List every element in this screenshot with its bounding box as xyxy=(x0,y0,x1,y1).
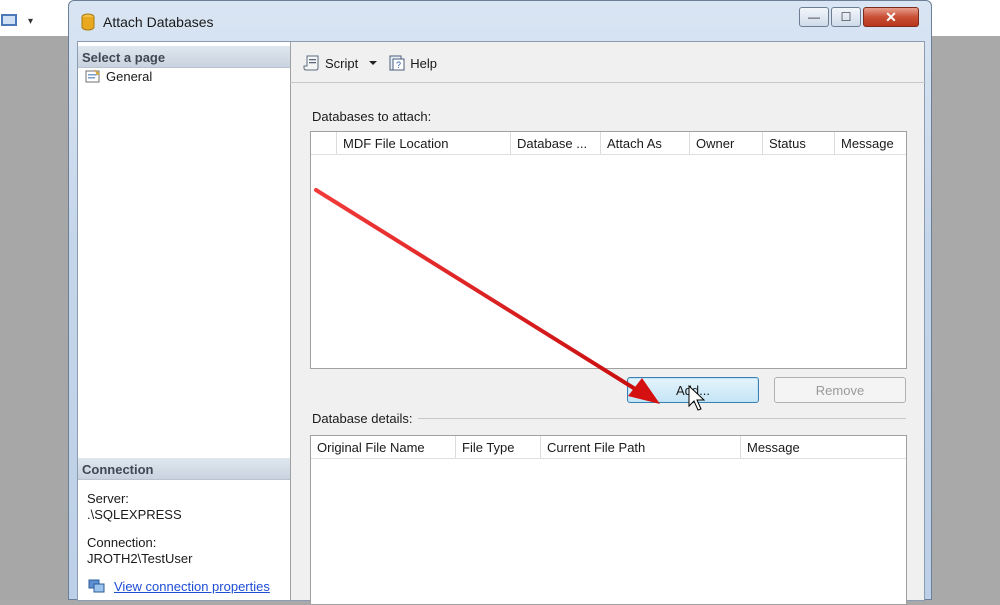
column-file-type[interactable]: File Type xyxy=(456,436,541,458)
view-connection-properties[interactable]: View connection properties xyxy=(88,578,270,594)
dialog-client-area: Select a page General Connection Server:… xyxy=(77,41,926,605)
databases-to-attach-label: Databases to attach: xyxy=(312,109,436,124)
connection-value: JROTH2\TestUser xyxy=(87,551,193,566)
script-button[interactable]: Script xyxy=(300,52,361,74)
remove-button[interactable]: Remove xyxy=(774,377,906,403)
help-button[interactable]: ? Help xyxy=(385,52,440,74)
databases-grid-header: MDF File Location Database ... Attach As… xyxy=(311,132,906,155)
row-selector-column xyxy=(311,132,337,154)
toolbar: Script ? Help xyxy=(300,50,440,76)
help-label: Help xyxy=(410,55,437,71)
background-tool-icon xyxy=(1,14,17,26)
attach-databases-dialog: Attach Databases — ☐ ✕ Select a page Gen… xyxy=(68,0,932,605)
svg-text:?: ? xyxy=(396,60,401,70)
view-connection-properties-link[interactable]: View connection properties xyxy=(114,579,270,594)
database-cylinder-icon xyxy=(81,13,95,31)
details-group-line xyxy=(418,418,906,419)
column-message[interactable]: Message xyxy=(835,132,906,154)
database-details-label: Database details: xyxy=(312,411,417,426)
column-status[interactable]: Status xyxy=(763,132,835,154)
connection-header: Connection xyxy=(78,458,290,480)
databases-to-attach-grid[interactable]: MDF File Location Database ... Attach As… xyxy=(310,131,907,369)
dropdown-triangle-icon xyxy=(369,61,378,65)
script-label: Script xyxy=(325,55,359,71)
script-dropdown[interactable] xyxy=(365,57,381,69)
column-mdf-file-location[interactable]: MDF File Location xyxy=(337,132,511,154)
column-details-message[interactable]: Message xyxy=(741,436,906,458)
column-database-name[interactable]: Database ... xyxy=(511,132,601,154)
close-button[interactable]: ✕ xyxy=(863,7,919,27)
script-scroll-icon xyxy=(303,55,319,71)
add-button[interactable]: Add... xyxy=(627,377,759,403)
server-label: Server: xyxy=(87,491,129,506)
left-pane: Select a page General Connection Server:… xyxy=(78,42,291,600)
help-book-icon: ? xyxy=(389,55,405,71)
title-bar[interactable]: Attach Databases — ☐ ✕ xyxy=(69,1,931,41)
select-page-header: Select a page xyxy=(78,46,290,68)
column-current-file-path[interactable]: Current File Path xyxy=(541,436,741,458)
general-page-icon xyxy=(85,69,100,83)
maximize-button[interactable]: ☐ xyxy=(831,7,861,27)
background-overflow-icon[interactable]: ▾ xyxy=(28,16,33,27)
column-original-file-name[interactable]: Original File Name xyxy=(311,436,456,458)
column-owner[interactable]: Owner xyxy=(690,132,763,154)
database-details-grid[interactable]: Original File Name File Type Current Fil… xyxy=(310,435,907,605)
toolbar-divider xyxy=(290,82,926,83)
background-app-area xyxy=(0,36,68,600)
details-grid-header: Original File Name File Type Current Fil… xyxy=(311,436,906,459)
server-value: .\SQLEXPRESS xyxy=(87,507,182,522)
connection-label: Connection: xyxy=(87,535,157,550)
page-item-label: General xyxy=(106,68,153,84)
minimize-button[interactable]: — xyxy=(799,7,829,27)
connection-properties-icon xyxy=(88,579,105,593)
column-attach-as[interactable]: Attach As xyxy=(601,132,690,154)
page-item-general[interactable]: General xyxy=(84,68,152,84)
window-title: Attach Databases xyxy=(103,14,214,30)
